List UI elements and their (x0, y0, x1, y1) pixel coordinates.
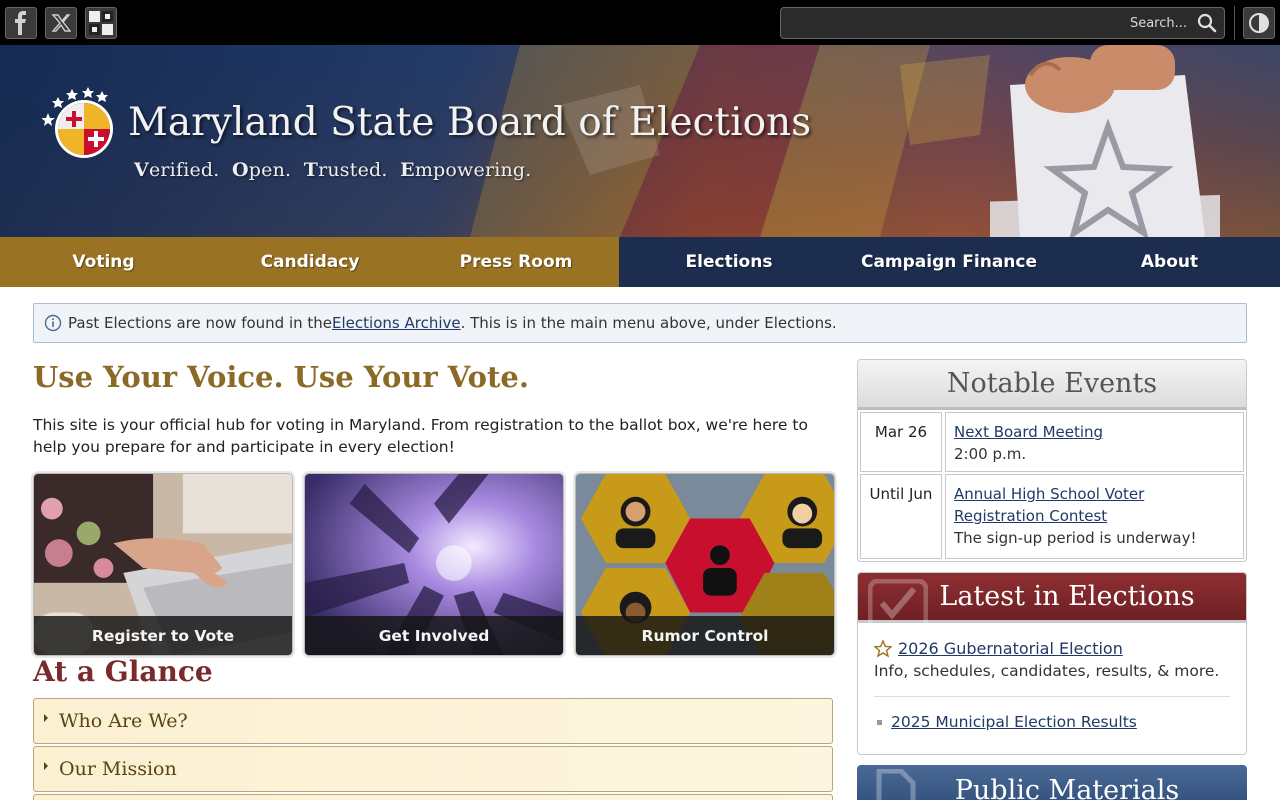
tagline-initial: O (232, 159, 249, 181)
divider (874, 696, 1230, 697)
accordion-our-mission[interactable]: Our Mission (33, 746, 833, 792)
main-nav: Voting Candidacy Press Room Elections Ca… (0, 237, 1280, 287)
notable-events-heading: Notable Events (858, 360, 1246, 410)
featured-detail: Info, schedules, candidates, results, & … (874, 662, 1220, 680)
search-input[interactable] (781, 8, 1191, 38)
public-materials-heading: Public Materials (857, 765, 1247, 800)
rumor-control-tile[interactable]: Rumor Control (575, 473, 835, 656)
event-title-link[interactable]: Annual High School Voter Registration Co… (954, 483, 1235, 527)
page-headline: Use Your Voice. Use Your Vote. (33, 360, 529, 394)
alert-text-after: . This is in the main menu above, under … (460, 314, 837, 332)
maryland-flag-icon[interactable] (85, 7, 117, 39)
event-body: Annual High School Voter Registration Co… (945, 474, 1244, 559)
accordion-label: Our Mission (59, 758, 177, 780)
elections-archive-link[interactable]: Elections Archive (332, 314, 461, 332)
accordion-who-are-we[interactable]: Who Are We? (33, 698, 833, 744)
search-box (780, 7, 1225, 39)
accordion-next[interactable] (33, 794, 833, 800)
at-a-glance-heading: At a Glance (33, 655, 213, 688)
tile-label: Get Involved (305, 616, 563, 655)
nav-item-elections[interactable]: Elections (619, 237, 839, 287)
public-materials-text: Public Materials (954, 774, 1180, 800)
event-row: Until Jun Annual High School Voter Regis… (858, 472, 1246, 559)
latest-elections-body: 2026 Gubernatorial Election Info, schedu… (858, 623, 1246, 731)
maryland-seal-logo (42, 87, 113, 158)
event-date: Until Jun (860, 474, 942, 559)
facebook-icon[interactable] (5, 7, 37, 39)
accordion-label: Who Are We? (59, 710, 188, 732)
site-title: Maryland State Board of Elections (128, 100, 812, 145)
search-icon (1197, 13, 1217, 33)
list-item: 2025 Municipal Election Results (874, 713, 1230, 731)
ballot-box-graphic (990, 45, 1220, 237)
top-bar (0, 0, 1280, 45)
featured-item: 2026 Gubernatorial Election (874, 639, 1230, 658)
latest-elections-heading: Latest in Elections (858, 573, 1246, 629)
event-detail: The sign-up period is underway! (954, 529, 1197, 547)
event-title-link[interactable]: Next Board Meeting (954, 421, 1235, 443)
info-icon (44, 314, 62, 332)
caret-right-icon (44, 762, 48, 770)
star-icon (874, 639, 892, 657)
nav-item-candidacy[interactable]: Candidacy (207, 237, 413, 287)
tagline-initial: E (400, 159, 415, 181)
event-row: Mar 26 Next Board Meeting 2:00 p.m. (858, 410, 1246, 472)
intro-paragraph: This site is your official hub for votin… (33, 416, 808, 456)
tagline-initial: V (134, 159, 149, 181)
contrast-toggle-button[interactable] (1243, 7, 1275, 39)
get-involved-tile[interactable]: Get Involved (304, 473, 564, 656)
tagline-word: rusted. (318, 159, 388, 181)
hero-banner: Maryland State Board of Elections Verifi… (0, 45, 1280, 237)
municipal-results-link[interactable]: 2025 Municipal Election Results (891, 713, 1137, 731)
event-date: Mar 26 (860, 412, 942, 472)
site-tagline: Verified. Open. Trusted. Empowering. (134, 159, 532, 181)
caret-right-icon (44, 714, 48, 722)
search-button[interactable] (1196, 13, 1218, 35)
info-alert: Past Elections are now found in the Elec… (33, 303, 1247, 343)
nav-item-campaign-finance[interactable]: Campaign Finance (839, 237, 1059, 287)
register-to-vote-tile[interactable]: Register to Vote (33, 473, 293, 656)
alert-text: Past Elections are now found in the (68, 314, 333, 332)
tagline-initial: T (303, 159, 319, 181)
notable-events-panel: Notable Events Mar 26 Next Board Meeting… (857, 359, 1247, 562)
event-body: Next Board Meeting 2:00 p.m. (945, 412, 1244, 472)
event-detail: 2:00 p.m. (954, 445, 1027, 463)
tagline-word: mpowering. (414, 159, 532, 181)
x-twitter-icon[interactable] (45, 7, 77, 39)
tagline-word: pen. (248, 159, 292, 181)
featured-election-link[interactable]: 2026 Gubernatorial Election (898, 639, 1123, 658)
bullet-icon (877, 719, 882, 725)
tagline-word: erified. (148, 159, 220, 181)
nav-item-press-room[interactable]: Press Room (413, 237, 619, 287)
latest-heading-text: Latest in Elections (939, 581, 1195, 612)
divider (1234, 6, 1235, 40)
latest-elections-panel: Latest in Elections 2026 Gubernatorial E… (857, 572, 1247, 755)
nav-item-about[interactable]: About (1059, 237, 1280, 287)
contrast-icon (1249, 13, 1269, 33)
tile-label: Rumor Control (576, 616, 834, 655)
document-icon (876, 769, 916, 800)
tile-label: Register to Vote (34, 616, 292, 655)
nav-item-voting[interactable]: Voting (0, 237, 207, 287)
ballot-check-icon (868, 579, 928, 629)
